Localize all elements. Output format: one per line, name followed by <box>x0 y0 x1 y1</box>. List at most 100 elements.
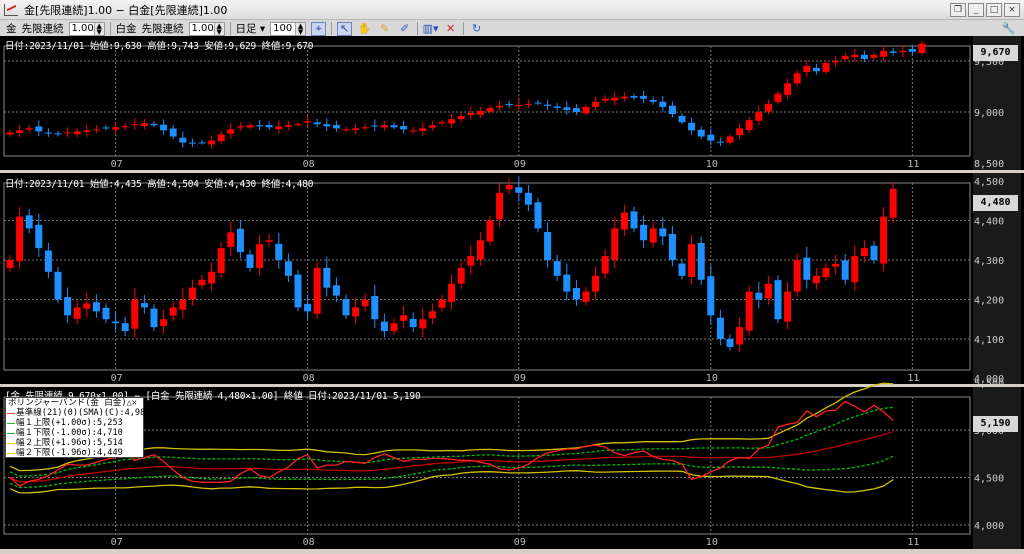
candle <box>73 307 81 319</box>
candle <box>793 73 801 84</box>
candle <box>688 244 696 277</box>
candle <box>256 125 264 127</box>
candle <box>812 275 820 284</box>
candle <box>678 263 686 276</box>
candle <box>438 122 446 124</box>
candle <box>92 129 100 131</box>
candle <box>726 339 734 347</box>
candle <box>16 216 24 262</box>
candle <box>323 267 331 288</box>
candle <box>908 48 916 52</box>
candle <box>380 321 388 332</box>
candle <box>659 101 667 107</box>
candle <box>371 295 379 320</box>
x-tick-label: 10 <box>706 537 718 548</box>
y-tick-label: 4,400 <box>974 217 1004 228</box>
legend-item-upper1: 幅１上限(+1.00σ):5,253 <box>6 418 143 428</box>
candle <box>390 125 398 128</box>
candle <box>726 136 734 143</box>
candle <box>649 99 657 102</box>
y-tick-label: 8,500 <box>974 159 1004 170</box>
candle <box>592 275 600 292</box>
chart-area[interactable]: 9,5009,0008,50007 08 09 10 114,5004,4004,300… <box>0 0 1024 554</box>
candle <box>83 130 91 132</box>
candle <box>553 261 561 276</box>
candle <box>121 323 129 332</box>
candle <box>217 134 225 142</box>
candle <box>716 141 724 143</box>
candle <box>467 113 475 115</box>
candle <box>188 142 196 144</box>
candle <box>428 311 436 319</box>
candle <box>131 124 139 126</box>
candle <box>198 142 206 144</box>
bollinger-legend[interactable]: ボリンジャーバンド(金 白金)△✕ 基準線(21)(0)(SMA)(C):4,9… <box>5 397 150 458</box>
legend-text: 幅２下限(-1.96σ):4,449 <box>16 448 123 458</box>
candle <box>409 130 417 132</box>
candle <box>131 299 139 329</box>
candle <box>92 302 100 312</box>
candle <box>678 115 686 123</box>
candle <box>736 128 744 136</box>
y-tick-label: 4,300 <box>974 256 1004 267</box>
candle <box>764 103 772 112</box>
candle <box>419 128 427 131</box>
candle <box>592 101 600 107</box>
candle <box>227 232 235 247</box>
candle <box>611 97 619 101</box>
candle <box>304 303 312 312</box>
candle <box>630 211 638 229</box>
x-tick-label: 09 <box>514 373 526 384</box>
candle <box>803 257 811 280</box>
candle <box>486 107 494 112</box>
candle <box>620 96 628 99</box>
candle <box>659 228 667 237</box>
candle <box>140 303 148 308</box>
candle <box>246 125 254 128</box>
candle <box>25 128 33 130</box>
candle <box>515 104 523 107</box>
candle <box>611 228 619 260</box>
candle <box>524 192 532 205</box>
candle <box>25 215 33 229</box>
legend-text: 幅１下限(-1.00σ):4,710 <box>16 428 123 438</box>
panel1-ohlc-info: 日付:2023/11/01 始値:9,630 高値:9,743 安値:9,629… <box>5 41 314 52</box>
candle <box>294 274 302 308</box>
panel-1 <box>0 36 1024 170</box>
candle <box>409 318 417 328</box>
candle <box>419 319 427 329</box>
candle <box>217 248 225 274</box>
candle <box>73 131 81 135</box>
candle <box>448 283 456 302</box>
candle <box>880 50 888 57</box>
candle <box>457 116 465 120</box>
candle <box>54 271 62 300</box>
legend-item-lower2: 幅２下限(-1.96σ):4,449 <box>6 448 143 458</box>
candle <box>524 103 532 105</box>
x-tick-label: 09 <box>514 159 526 170</box>
candle <box>400 126 408 130</box>
candle <box>755 112 763 121</box>
legend-text: 幅１上限(+1.00σ):5,253 <box>16 418 123 428</box>
candle <box>112 127 120 130</box>
x-tick-label: 10 <box>706 159 718 170</box>
panel1-last-price: 9,670 <box>973 45 1018 61</box>
candle <box>793 260 801 292</box>
candle <box>188 287 196 300</box>
candle <box>428 125 436 128</box>
candle <box>102 307 110 320</box>
candle <box>313 122 321 125</box>
y-tick-label: 4,500 <box>974 177 1004 188</box>
candle <box>649 228 657 243</box>
candle <box>246 254 254 268</box>
candle <box>889 188 897 218</box>
candle <box>544 104 552 106</box>
candle <box>198 279 206 286</box>
x-tick-label: 07 <box>111 159 123 170</box>
legend-item-upper2: 幅２上限(+1.96σ):5,514 <box>6 438 143 448</box>
candle <box>553 106 561 108</box>
candle <box>332 285 340 296</box>
candle <box>35 224 43 249</box>
candle <box>64 297 72 316</box>
candle <box>16 130 24 134</box>
